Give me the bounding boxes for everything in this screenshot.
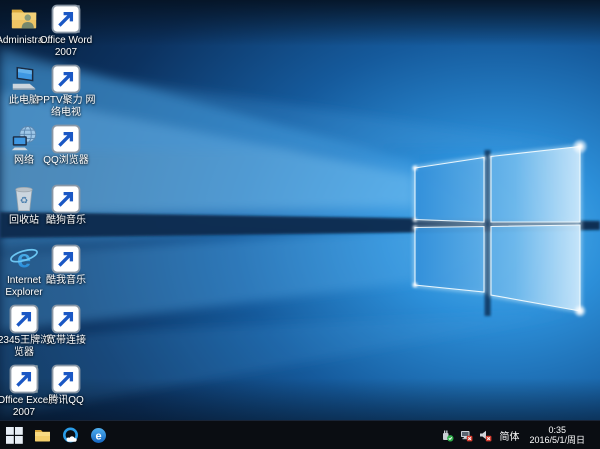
- windows-desktop: Administra... W Office Word2007 此电脑 PPTV…: [0, 0, 600, 449]
- start-button[interactable]: [0, 421, 28, 449]
- broadband-connection-icon: [51, 304, 81, 334]
- usb-safely-remove-icon: [441, 429, 454, 442]
- kuwo-music-icon: K♪: [51, 244, 81, 274]
- desktop-icon-label: Office Word2007: [34, 35, 98, 59]
- desktop-icon-label: 宽带连接: [34, 335, 98, 347]
- qq-browser-taskbar-button[interactable]: [56, 421, 84, 449]
- e-browser-taskbar-icon: e: [90, 427, 107, 444]
- pptv-icon: [51, 64, 81, 94]
- volume-muted-icon: [479, 429, 492, 442]
- network-status-tray-button[interactable]: [459, 428, 473, 442]
- shortcut-arrow-icon: [51, 184, 81, 214]
- desktop-icon-label: 腾讯QQ: [34, 395, 98, 407]
- file-explorer-button[interactable]: [28, 421, 56, 449]
- qq-browser-taskbar-icon: [62, 427, 79, 444]
- desktop-icon-tencent-qq[interactable]: 腾讯QQ: [34, 364, 98, 407]
- shortcut-arrow-icon: [51, 4, 81, 34]
- clock-time: 0:35: [529, 425, 585, 435]
- e-browser-taskbar-button[interactable]: e: [84, 421, 112, 449]
- clock-date: 2016/5/1/周日: [529, 435, 585, 445]
- system-tray: 简体 0:35 2016/5/1/周日: [440, 421, 600, 449]
- desktop-icon-pptv[interactable]: PPTV聚力 网络电视: [34, 64, 98, 119]
- file-explorer-icon: [34, 427, 51, 444]
- shortcut-arrow-icon: [51, 64, 81, 94]
- usb-safely-remove-tray-button[interactable]: [440, 428, 454, 442]
- svg-text:♻: ♻: [20, 196, 28, 206]
- taskbar: e 简体 0:35 2016/5/1/周日: [0, 420, 600, 449]
- desktop-icon-qq-browser[interactable]: QQ浏览器: [34, 124, 98, 167]
- desktop-icon-label: QQ浏览器: [34, 155, 98, 167]
- svg-text:e: e: [95, 430, 101, 442]
- taskbar-buttons: e: [0, 421, 112, 449]
- desktop-icon-office-word[interactable]: W Office Word2007: [34, 4, 98, 59]
- network-disconnected-icon: [460, 429, 473, 442]
- tencent-qq-icon: [51, 364, 81, 394]
- language-indicator[interactable]: 简体: [497, 428, 521, 443]
- shortcut-arrow-icon: [51, 364, 81, 394]
- shortcut-arrow-icon: [51, 304, 81, 334]
- qq-browser-icon: [51, 124, 81, 154]
- office-word-icon: W: [51, 4, 81, 34]
- shortcut-arrow-icon: [51, 124, 81, 154]
- desktop-icon-kugou-music[interactable]: K 酷狗音乐: [34, 184, 98, 227]
- kugou-music-icon: K: [51, 184, 81, 214]
- windows-start-icon: [6, 427, 23, 444]
- desktop-icon-label: 酷狗音乐: [34, 215, 98, 227]
- desktop-icon-kuwo-music[interactable]: K♪ 酷我音乐: [34, 244, 98, 287]
- volume-tray-button[interactable]: [478, 428, 492, 442]
- taskbar-clock[interactable]: 0:35 2016/5/1/周日: [526, 425, 588, 445]
- desktop-icon-broadband-connection[interactable]: 宽带连接: [34, 304, 98, 347]
- desktop-icon-label: PPTV聚力 网络电视: [34, 95, 98, 119]
- shortcut-arrow-icon: [51, 244, 81, 274]
- desktop-icon-label: 酷我音乐: [34, 275, 98, 287]
